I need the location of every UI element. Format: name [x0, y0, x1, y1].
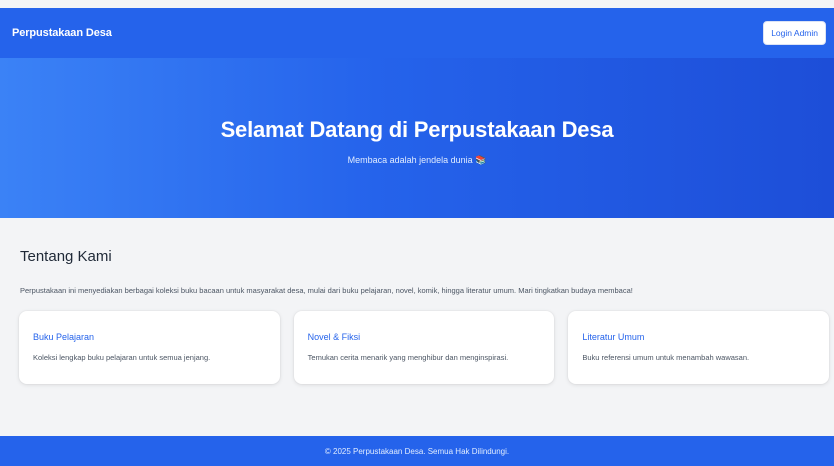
card-description: Temukan cerita menarik yang menghibur da… — [307, 353, 509, 362]
about-description: Perpustakaan ini menyediakan berbagai ko… — [20, 286, 633, 295]
card-description: Koleksi lengkap buku pelajaran untuk sem… — [33, 353, 211, 362]
card-literatur-umum: Literatur Umum Buku referensi umum untuk… — [568, 311, 830, 384]
hero-title: Selamat Datang di Perpustakaan Desa — [220, 116, 614, 142]
card-title: Buku Pelajaran — [33, 332, 95, 342]
hero-subtitle: Membaca adalah jendela dunia 📚 — [347, 154, 487, 165]
card-title: Literatur Umum — [582, 332, 645, 342]
navbar: Perpustakaan Desa Login Admin — [0, 8, 834, 58]
footer-copyright: © 2025 Perpustakaan Desa. Semua Hak Dili… — [324, 446, 510, 456]
collection-cards: Buku Pelajaran Koleksi lengkap buku pela… — [19, 311, 830, 384]
card-buku-pelajaran: Buku Pelajaran Koleksi lengkap buku pela… — [19, 311, 280, 384]
brand-logo-text[interactable]: Perpustakaan Desa — [12, 27, 112, 39]
hero-banner: Selamat Datang di Perpustakaan Desa Memb… — [0, 58, 834, 218]
card-description: Buku referensi umum untuk menambah wawas… — [582, 353, 750, 362]
about-heading: Tentang Kami — [20, 248, 112, 265]
card-title: Novel & Fiksi — [307, 332, 361, 342]
login-admin-button[interactable]: Login Admin — [763, 21, 826, 45]
card-novel-fiksi: Novel & Fiksi Temukan cerita menarik yan… — [293, 311, 555, 384]
footer: © 2025 Perpustakaan Desa. Semua Hak Dili… — [0, 436, 834, 466]
about-section: Tentang Kami Perpustakaan ini menyediaka… — [20, 248, 820, 295]
